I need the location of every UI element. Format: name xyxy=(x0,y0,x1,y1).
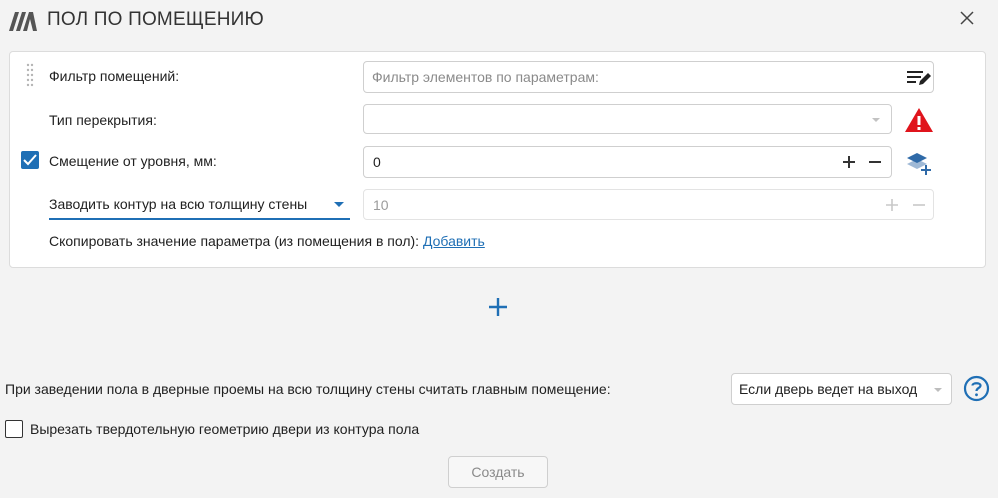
rule-card: Фильтр помещений: Фильтр элементов по па… xyxy=(9,51,986,268)
level-offset-label: Смещение от уровня, мм: xyxy=(49,153,217,169)
app-logo-icon xyxy=(9,12,37,31)
floor-type-label: Тип перекрытия: xyxy=(49,112,157,128)
copy-param-label: Скопировать значение параметра (из помещ… xyxy=(49,233,420,249)
chevron-down-icon xyxy=(334,202,344,207)
contour-depth-value: 10 xyxy=(373,197,389,213)
door-main-room-value: Если дверь ведет на выход xyxy=(739,381,918,397)
cut-door-geometry-checkbox[interactable] xyxy=(5,420,23,438)
layers-add-icon[interactable] xyxy=(905,148,933,176)
dropdown-underline xyxy=(49,218,350,220)
level-offset-value: 0 xyxy=(373,154,381,170)
door-main-room-label: При заведении пола в дверные проемы на в… xyxy=(5,381,611,397)
plus-icon[interactable] xyxy=(885,198,899,212)
drag-handle-icon[interactable] xyxy=(25,62,35,88)
chevron-down-icon xyxy=(872,118,880,122)
minus-icon[interactable] xyxy=(912,198,926,212)
add-param-link[interactable]: Добавить xyxy=(423,233,485,249)
title-bar: ПОЛ ПО ПОМЕЩЕНИЮ xyxy=(0,0,998,42)
create-button[interactable]: Создать xyxy=(448,456,548,488)
filter-edit-icon[interactable] xyxy=(905,68,931,88)
floor-type-select[interactable] xyxy=(363,104,892,134)
cut-door-geometry-label: Вырезать твердотельную геометрию двери и… xyxy=(30,421,420,437)
copy-param-row: Скопировать значение параметра (из помещ… xyxy=(49,233,485,249)
add-rule-button[interactable] xyxy=(487,296,509,318)
level-offset-checkbox[interactable] xyxy=(21,151,39,169)
room-filter-label: Фильтр помещений: xyxy=(49,68,180,84)
contour-mode-dropdown[interactable]: Заводить контур на всю толщину стены xyxy=(49,192,350,220)
contour-mode-value: Заводить контур на всю толщину стены xyxy=(49,196,308,212)
warning-icon xyxy=(905,108,933,132)
contour-depth-input[interactable]: 10 xyxy=(363,189,934,220)
chevron-down-icon xyxy=(934,388,942,392)
help-icon[interactable] xyxy=(963,375,990,402)
plus-icon[interactable] xyxy=(842,155,856,169)
room-filter-placeholder: Фильтр элементов по параметрам: xyxy=(372,69,599,85)
checkmark-icon xyxy=(23,154,37,166)
window-title: ПОЛ ПО ПОМЕЩЕНИЮ xyxy=(47,9,264,30)
room-filter-input[interactable]: Фильтр элементов по параметрам: xyxy=(363,61,934,93)
door-main-room-select[interactable]: Если дверь ведет на выход xyxy=(731,373,952,405)
close-icon[interactable] xyxy=(957,8,977,28)
minus-icon[interactable] xyxy=(868,155,882,169)
level-offset-input[interactable]: 0 xyxy=(363,146,892,178)
